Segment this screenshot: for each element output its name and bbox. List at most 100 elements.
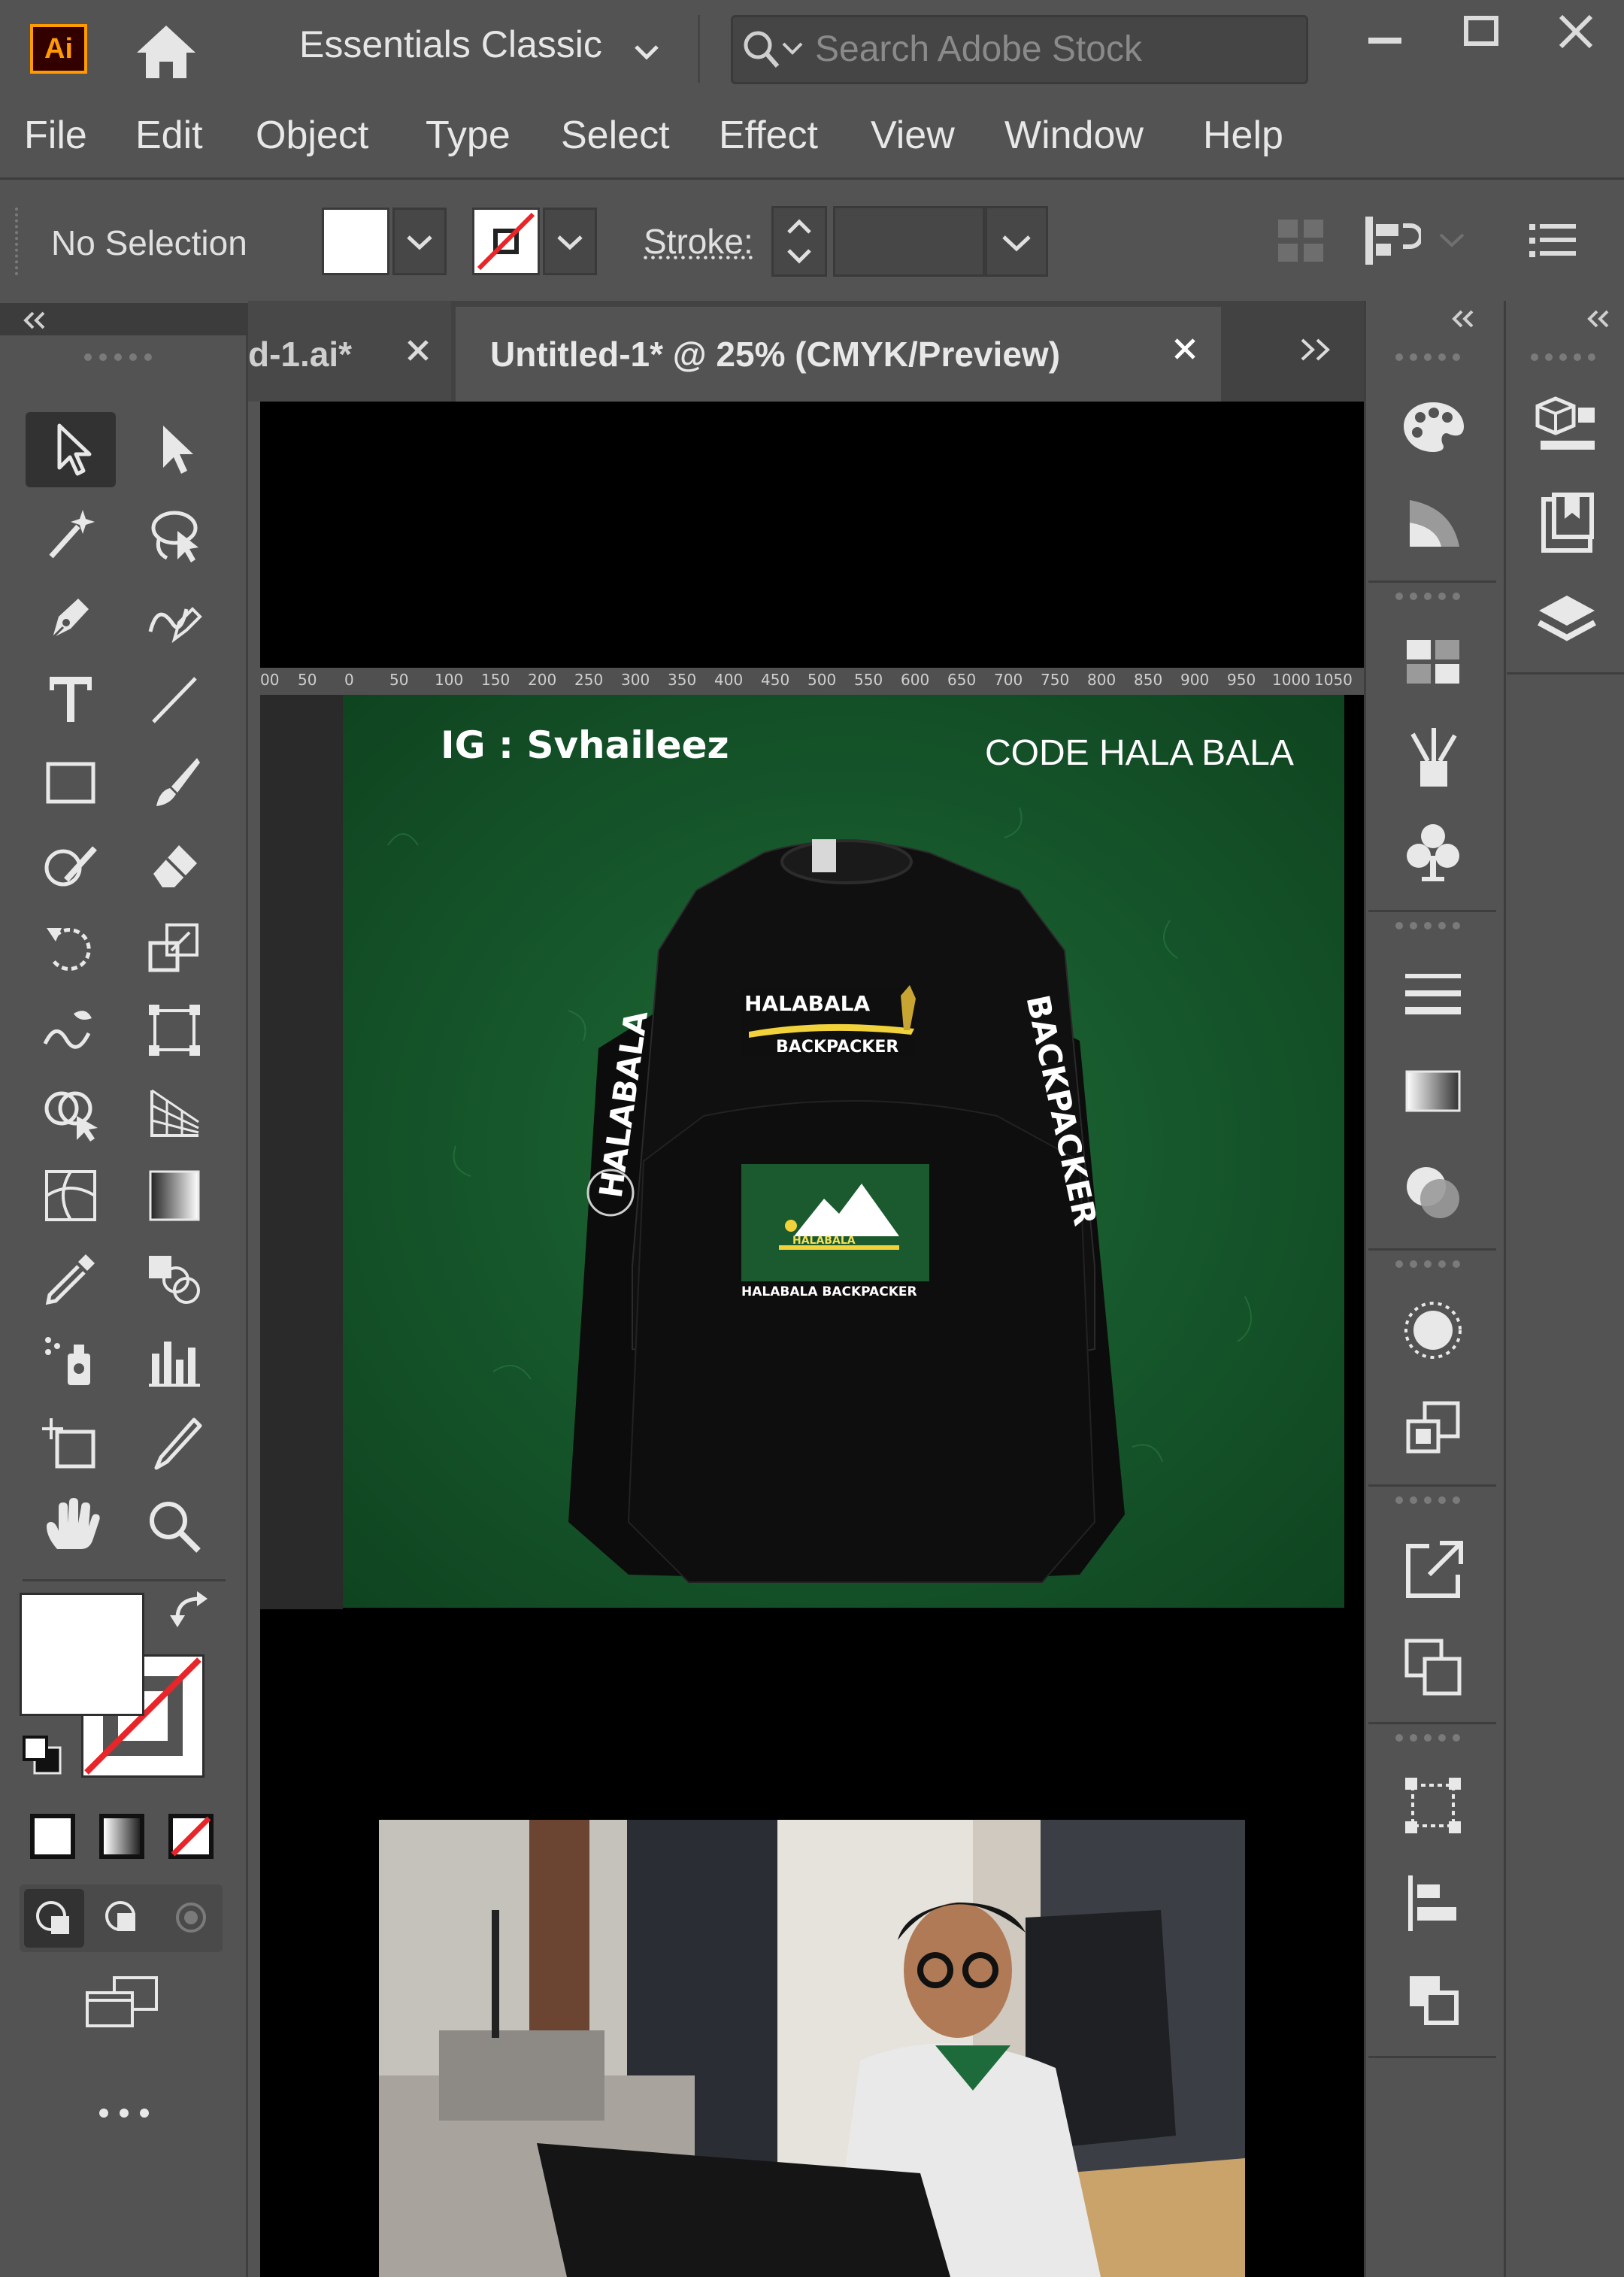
chevron-down-icon[interactable]	[1433, 226, 1471, 256]
line-segment-tool[interactable]	[129, 662, 220, 737]
front-logo-title[interactable]: HALABALA	[744, 991, 870, 1016]
menu-edit[interactable]: Edit	[135, 113, 203, 158]
front-logo-subtitle[interactable]: BACKPACKER	[776, 1038, 898, 1057]
selection-tool[interactable]	[26, 412, 116, 487]
stroke-color-swatch[interactable]	[472, 208, 540, 275]
control-bar-grip[interactable]	[15, 208, 23, 275]
swatches-icon[interactable]	[1388, 620, 1478, 702]
color-mode-button[interactable]	[24, 1808, 81, 1865]
tab-label[interactable]: Untitled-1* @ 25% (CMYK/Preview)	[490, 334, 1060, 374]
eyedropper-tool[interactable]	[26, 1241, 116, 1316]
change-screen-mode-icon[interactable]	[81, 1970, 164, 2038]
stroke-weight-stepper[interactable]	[771, 206, 827, 277]
draw-behind-button[interactable]	[93, 1889, 153, 1948]
blend-tool[interactable]	[129, 1241, 220, 1316]
panel-grip[interactable]	[1395, 922, 1460, 932]
magic-wand-tool[interactable]	[26, 496, 116, 572]
horizontal-ruler[interactable]: 00 50 0 50 100 150 200 250 300 350 400 4…	[260, 668, 1364, 695]
zoom-tool[interactable]	[129, 1489, 220, 1564]
rotate-tool[interactable]	[26, 910, 116, 985]
align-grid-icon[interactable]	[1271, 211, 1331, 271]
panel-menu-icon[interactable]	[1523, 211, 1583, 271]
mesh-tool[interactable]	[26, 1158, 116, 1233]
artboard-tool[interactable]	[26, 1406, 116, 1481]
collapse-panels-icon[interactable]	[1444, 304, 1489, 334]
menu-select[interactable]: Select	[561, 113, 670, 158]
stroke-label[interactable]: Stroke:	[644, 221, 753, 262]
panel-grip[interactable]	[1395, 1260, 1460, 1271]
layers-icon[interactable]	[1522, 579, 1612, 662]
eraser-tool[interactable]	[129, 827, 220, 902]
panel-grip[interactable]	[1395, 353, 1460, 364]
close-tab-icon[interactable]	[401, 334, 435, 367]
scale-tool[interactable]	[129, 910, 220, 985]
menu-help[interactable]: Help	[1203, 113, 1283, 158]
appearance-icon[interactable]	[1388, 1289, 1478, 1372]
gradient-tool[interactable]	[129, 1158, 220, 1233]
pathfinder-icon[interactable]	[1388, 1626, 1478, 1709]
symbol-sprayer-tool[interactable]	[26, 1323, 116, 1399]
fill-indicator-front[interactable]	[20, 1593, 144, 1716]
rectangle-tool[interactable]	[26, 744, 116, 820]
stroke-dropdown-button[interactable]	[543, 208, 597, 275]
panel-grip[interactable]	[1395, 593, 1460, 603]
hand-tool[interactable]	[26, 1489, 116, 1564]
close-tab-icon[interactable]	[1168, 332, 1201, 365]
layers-arrange-icon[interactable]	[1388, 1958, 1478, 2041]
chevron-down-icon[interactable]	[632, 41, 662, 63]
artboard-ig-handle[interactable]: IG : Svhaileez	[441, 723, 729, 767]
artboard-code-text[interactable]: CODE HALA BALA	[985, 732, 1294, 774]
search-input[interactable]: Search Adobe Stock	[815, 29, 1142, 70]
toolbar-grip[interactable]	[84, 353, 152, 365]
menu-window[interactable]: Window	[1004, 113, 1144, 158]
stroke-panel-icon[interactable]	[1388, 952, 1478, 1035]
none-mode-button[interactable]	[162, 1808, 220, 1865]
menu-type[interactable]: Type	[426, 113, 511, 158]
stroke-weight-dropdown[interactable]	[985, 206, 1048, 277]
panel-grip[interactable]	[1395, 1496, 1460, 1507]
gradient-panel-icon[interactable]	[1388, 1050, 1478, 1132]
distribute-icon[interactable]	[1361, 211, 1421, 271]
lasso-tool[interactable]	[129, 496, 220, 572]
maximize-button[interactable]	[1447, 8, 1514, 60]
shape-builder-tool[interactable]	[26, 1075, 116, 1151]
home-icon[interactable]	[132, 21, 200, 81]
direct-selection-tool[interactable]	[129, 412, 220, 487]
transform-icon[interactable]	[1388, 1764, 1478, 1847]
column-graph-tool[interactable]	[129, 1323, 220, 1399]
workspace-switcher-label[interactable]: Essentials Classic	[299, 23, 602, 66]
close-window-button[interactable]	[1541, 8, 1609, 60]
menu-object[interactable]: Object	[256, 113, 368, 158]
curvature-tool[interactable]	[129, 579, 220, 654]
3d-materials-icon[interactable]	[1522, 384, 1612, 466]
color-guide-icon[interactable]	[1388, 481, 1478, 564]
stroke-weight-input[interactable]	[833, 206, 985, 277]
minimize-button[interactable]	[1350, 8, 1418, 60]
back-caption[interactable]: HALABALA BACKPACKER	[741, 1284, 917, 1299]
symbols-icon[interactable]	[1388, 809, 1478, 892]
align-panel-icon[interactable]	[1388, 1862, 1478, 1945]
panel-grip[interactable]	[1531, 353, 1595, 364]
menu-effect[interactable]: Effect	[719, 113, 818, 158]
menu-file[interactable]: File	[24, 113, 87, 158]
back-logo-title[interactable]: HALABALA	[792, 1235, 856, 1247]
collapse-panels-icon[interactable]	[1579, 304, 1624, 334]
transparency-icon[interactable]	[1388, 1151, 1478, 1233]
brushes-icon[interactable]	[1388, 714, 1478, 797]
warp-tool[interactable]	[26, 993, 116, 1068]
shaper-tool[interactable]	[26, 827, 116, 902]
export-icon[interactable]	[1388, 1528, 1478, 1611]
artboard[interactable]	[343, 695, 1344, 1608]
swap-fill-stroke-icon[interactable]	[167, 1588, 212, 1633]
perspective-grid-tool[interactable]	[129, 1075, 220, 1151]
more-tools-icon[interactable]	[90, 2098, 158, 2128]
tabs-overflow-icon[interactable]	[1293, 331, 1341, 368]
graphic-styles-icon[interactable]	[1388, 1387, 1478, 1469]
slice-tool[interactable]	[129, 1406, 220, 1481]
pen-tool[interactable]	[26, 579, 116, 654]
draw-normal-button[interactable]	[24, 1889, 84, 1948]
free-transform-tool[interactable]	[129, 993, 220, 1068]
collapse-toolbar-icon[interactable]	[15, 307, 60, 334]
libraries-icon[interactable]	[1522, 481, 1612, 564]
color-panel-icon[interactable]	[1388, 384, 1478, 466]
